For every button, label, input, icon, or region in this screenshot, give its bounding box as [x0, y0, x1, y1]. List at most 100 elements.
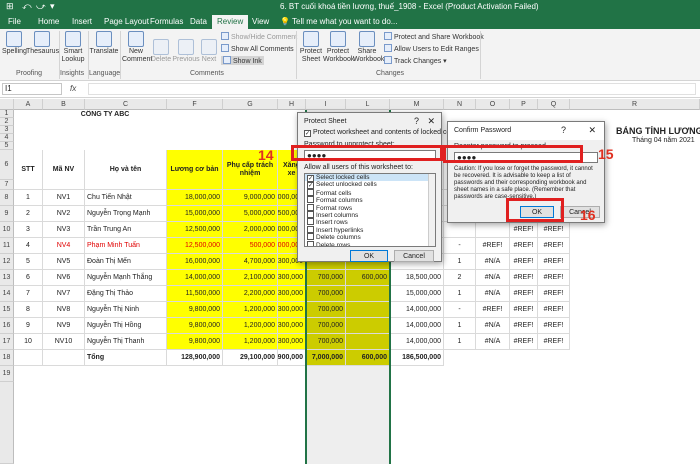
formula-input[interactable]	[88, 83, 696, 95]
column-header[interactable]: R	[570, 99, 700, 110]
cell-phucap[interactable]: 1,200,000	[223, 318, 278, 334]
cell-m[interactable]: 14,000,000	[390, 302, 444, 318]
cell-p[interactable]: #REF!	[510, 222, 538, 238]
save-icon[interactable]: ⊞	[6, 1, 14, 12]
total-col-i[interactable]: 7,000,000	[306, 350, 346, 366]
cell-i[interactable]: 700,000	[306, 302, 346, 318]
cell-xang[interactable]: 300,000	[278, 318, 306, 334]
delete-comment-button[interactable]: Delete	[150, 39, 172, 64]
cell-q[interactable]: #REF!	[538, 254, 570, 270]
permission-option[interactable]: ✓ Select locked cells	[305, 174, 435, 182]
cell-phucap[interactable]: 9,000,000	[223, 190, 278, 206]
cell-luong[interactable]: 11,500,000	[167, 286, 223, 302]
row-header[interactable]: 11	[0, 238, 14, 254]
cell-phucap[interactable]: 4,700,000	[223, 254, 278, 270]
permission-option[interactable]: Format rows	[305, 203, 435, 212]
permission-option[interactable]: Insert columns	[305, 210, 435, 219]
cell-luong[interactable]: 9,800,000	[167, 302, 223, 318]
total-label[interactable]: Tổng	[85, 350, 167, 366]
cell-n[interactable]: -	[444, 302, 476, 318]
cell-name[interactable]: Đặng Thị Thảo	[85, 286, 167, 302]
thesaurus-button[interactable]: Thesaurus	[26, 31, 59, 56]
cell-stt[interactable]: 5	[14, 254, 43, 270]
fx-icon[interactable]: fx	[70, 84, 76, 93]
cell-m[interactable]: 14,000,000	[390, 318, 444, 334]
cell-xang[interactable]: 300,000	[278, 302, 306, 318]
permission-option[interactable]: Insert rows	[305, 218, 435, 226]
cell-phucap[interactable]: 1,200,000	[223, 302, 278, 318]
show-hide-comment-button[interactable]: Show/Hide Comment	[221, 32, 297, 41]
select-all-corner[interactable]	[0, 99, 14, 110]
row-header[interactable]: 15	[0, 302, 14, 318]
row-header[interactable]: 16	[0, 318, 14, 334]
previous-comment-button[interactable]: Previous	[172, 39, 200, 64]
cell-name[interactable]: Đoàn Thị Mến	[85, 254, 167, 270]
tab-formulas[interactable]: Formulas	[150, 17, 183, 26]
permission-option[interactable]: ✓ Select unlocked cells	[305, 181, 435, 190]
column-header[interactable]: G	[223, 99, 278, 110]
cell-stt[interactable]: 7	[14, 286, 43, 302]
column-header[interactable]: F	[167, 99, 223, 110]
cell-name[interactable]: Phạm Minh Tuấn	[85, 238, 167, 254]
scrollbar[interactable]	[428, 174, 435, 246]
row-header[interactable]: 2	[0, 118, 14, 126]
cell-o[interactable]: #N/A	[476, 286, 510, 302]
row-header[interactable]: 18	[0, 350, 14, 366]
cell-stt[interactable]: 9	[14, 318, 43, 334]
cell-xang[interactable]: 300,000	[278, 286, 306, 302]
cell-phucap[interactable]: 500,000	[223, 238, 278, 254]
cell-phucap[interactable]: 1,200,000	[223, 334, 278, 350]
row-header[interactable]: 6	[0, 150, 14, 180]
cell-q[interactable]: #REF!	[538, 318, 570, 334]
cell-manv[interactable]: NV3	[43, 222, 85, 238]
cell-luong[interactable]: 12,500,000	[167, 238, 223, 254]
close-icon[interactable]: ✕	[588, 125, 596, 136]
protect-checkbox-row[interactable]: ✓ Protect worksheet and contents of locke…	[304, 129, 457, 137]
cell-xang[interactable]: 300,000	[278, 334, 306, 350]
cell-phucap[interactable]: 5,000,000	[223, 206, 278, 222]
cell-manv[interactable]: NV9	[43, 318, 85, 334]
help-icon[interactable]: ?	[414, 116, 419, 126]
cell-manv[interactable]: NV6	[43, 270, 85, 286]
row-header[interactable]: 7	[0, 180, 14, 190]
cell-q[interactable]: #REF!	[538, 334, 570, 350]
cell-l[interactable]	[346, 302, 390, 318]
column-header[interactable]: I	[306, 99, 346, 110]
tab-home[interactable]: Home	[38, 17, 59, 26]
redo-icon[interactable]: ⤻	[36, 1, 46, 12]
header-stt[interactable]: STT	[14, 150, 43, 190]
cell-p[interactable]: #REF!	[510, 238, 538, 254]
table-title[interactable]: BẢNG TÍNH LƯƠNG	[614, 126, 700, 136]
permission-option[interactable]: Insert hyperlinks	[305, 225, 435, 234]
cell-phucap[interactable]: 2,100,000	[223, 270, 278, 286]
tab-data[interactable]: Data	[190, 17, 207, 26]
column-header[interactable]: B	[43, 99, 85, 110]
column-header[interactable]: O	[476, 99, 510, 110]
row-header[interactable]: 19	[0, 366, 14, 382]
row-header[interactable]: 8	[0, 190, 14, 206]
cell-o[interactable]	[476, 222, 510, 238]
column-header[interactable]: P	[510, 99, 538, 110]
row-header[interactable]: 3	[0, 126, 14, 134]
column-header[interactable]: N	[444, 99, 476, 110]
cell-m[interactable]: 15,000,000	[390, 286, 444, 302]
smart-lookup-button[interactable]: Smart Lookup	[61, 31, 85, 64]
cell-manv[interactable]: NV1	[43, 190, 85, 206]
cell-p[interactable]: #REF!	[510, 318, 538, 334]
help-icon[interactable]: ?	[561, 125, 566, 135]
cell-stt[interactable]: 3	[14, 222, 43, 238]
cell-phucap[interactable]: 2,200,000	[223, 286, 278, 302]
cell-manv[interactable]: NV10	[43, 334, 85, 350]
cell-stt[interactable]: 6	[14, 270, 43, 286]
cell-luong[interactable]: 12,500,000	[167, 222, 223, 238]
cell-l[interactable]	[346, 286, 390, 302]
cell-m[interactable]: 18,500,000	[390, 270, 444, 286]
cell-name[interactable]: Trần Trung An	[85, 222, 167, 238]
row-header[interactable]: 13	[0, 270, 14, 286]
cell-n[interactable]: 1	[444, 334, 476, 350]
row-header[interactable]: 1	[0, 110, 14, 118]
translate-button[interactable]: Translate	[89, 31, 119, 56]
row-header[interactable]: 12	[0, 254, 14, 270]
cell-o[interactable]: #N/A	[476, 270, 510, 286]
table-subtitle[interactable]: Tháng 04 năm 2021	[630, 136, 700, 144]
